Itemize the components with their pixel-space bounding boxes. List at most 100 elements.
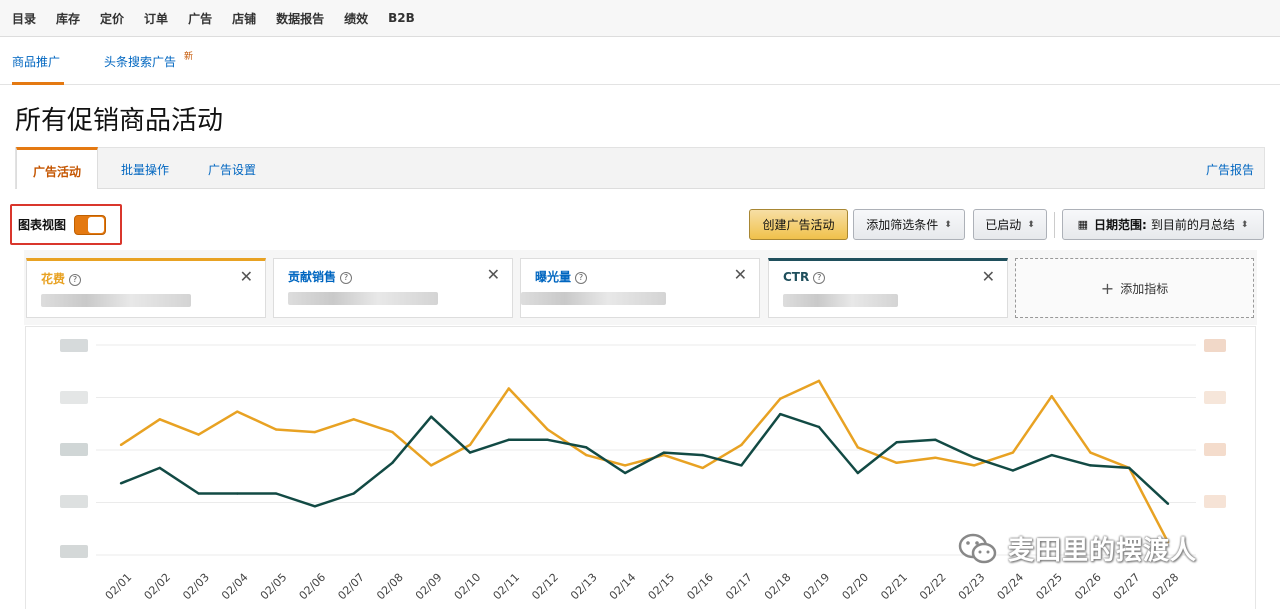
nav-item[interactable]: 绩效 [344,10,368,27]
metric-card-spend[interactable]: 花费? ✕ [26,258,266,318]
data-point [779,412,782,416]
nav-item[interactable]: 库存 [56,10,80,27]
nav-item[interactable]: 定价 [100,10,124,27]
nav-item[interactable]: 订单 [144,10,168,27]
data-point [1011,469,1015,472]
subnav-sponsored-products[interactable]: 商品推广 [12,53,60,70]
tab-campaigns[interactable]: 广告活动 [16,147,99,189]
x-tick-label: 02/09 [413,571,445,603]
x-tick-label: 02/16 [684,571,716,603]
data-point [895,461,898,465]
data-point [972,456,976,459]
page-title: 所有促销商品活动 [15,106,224,136]
metric-card-ctr[interactable]: CTR? ✕ [768,258,1008,318]
metric-name: 曝光量? [535,268,588,285]
data-point [779,397,782,400]
nav-item[interactable]: 目录 [12,10,36,27]
right-axis-label-redacted [1204,391,1226,404]
create-campaign-button[interactable]: 创建广告活动 [749,209,848,240]
right-axis-label-redacted [1204,443,1226,456]
data-point [623,464,627,467]
x-tick-label: 02/17 [723,571,755,603]
x-tick-label: 02/14 [607,571,639,603]
date-range-value: 到目前的月总结 [1150,218,1235,232]
active-subnav-indicator [12,82,64,85]
help-icon: ? [813,272,826,284]
data-point [313,505,317,508]
data-point [468,443,472,447]
x-tick-label: 02/08 [374,571,406,603]
data-point [158,418,161,421]
tab-ad-settings[interactable]: 广告设置 [208,161,256,178]
data-point [1089,464,1092,467]
x-tick-label: 02/15 [646,571,678,603]
chart-view-switch[interactable] [74,214,107,235]
tab-bulk-operations[interactable]: 批量操作 [121,161,169,178]
x-tick-label: 02/05 [258,571,290,603]
data-point [430,464,433,467]
data-point [391,430,394,434]
data-point [701,466,704,470]
status-dropdown[interactable]: 已启动 ⬍ [973,209,1047,240]
x-tick-label: 02/11 [490,571,522,603]
data-point [274,428,278,431]
updown-caret-icon: ⬍ [1240,219,1249,230]
data-point [507,438,510,441]
data-point [352,418,355,421]
right-axis-label-redacted [1204,339,1226,352]
nav-item[interactable]: 数据报告 [276,10,324,27]
data-point [352,492,355,495]
watermark-text: 麦田里的摆渡人 [1008,536,1198,566]
data-point [740,443,743,447]
data-point [468,451,472,454]
x-tick-label: 02/28 [1150,571,1182,603]
nav-item[interactable]: B2B [388,11,415,25]
x-tick-label: 02/26 [1072,571,1104,603]
new-badge: 新 [184,52,194,62]
data-point [158,466,161,470]
calendar-icon: ▦ [1077,218,1089,231]
add-filter-dropdown[interactable]: 添加筛选条件 ⬍ [853,209,965,240]
right-axis-label-redacted [1204,495,1226,508]
left-axis-label-redacted [60,545,88,558]
left-axis-label-redacted [60,443,88,456]
add-metric-label: 添加指标 [1120,281,1169,296]
close-icon[interactable]: ✕ [734,265,747,284]
help-icon: ? [575,272,588,284]
date-range-dropdown[interactable]: ▦ 日期范围: 到目前的月总结 ⬍ [1062,209,1264,240]
x-tick-label: 02/07 [335,571,367,603]
x-tick-label: 02/01 [103,571,135,603]
metric-card-sales[interactable]: 贡献销售? ✕ [273,258,513,318]
top-nav: 目录 库存 定价 订单 广告 店铺 数据报告 绩效 B2B [0,0,1280,37]
data-point [546,428,549,431]
left-axis-label-redacted [60,495,88,508]
add-filter-label: 添加筛选条件 [866,218,939,232]
x-tick-label: 02/27 [1111,571,1143,603]
create-campaign-label: 创建广告活动 [762,218,835,232]
metric-card-impressions[interactable]: 曝光量? ✕ [520,258,760,318]
metric-name: 贡献销售? [288,268,353,285]
data-point [817,425,821,429]
data-point [197,492,200,495]
close-icon[interactable]: ✕ [982,267,995,286]
nav-item[interactable]: 广告 [188,10,212,27]
subnav-headline-search[interactable]: 头条搜索广告 新 [104,52,193,70]
data-point [1011,451,1015,454]
x-tick-label: 02/06 [297,571,329,603]
close-icon[interactable]: ✕ [487,265,500,284]
nav-item[interactable]: 店铺 [232,10,256,27]
close-icon[interactable]: ✕ [240,267,253,286]
subnav-headline-search-label: 头条搜索广告 [104,55,177,69]
data-point [197,433,200,436]
chart-view-toggle-group: 图表视图 [10,204,122,245]
x-tick-label: 02/21 [878,571,910,603]
data-point [662,451,666,454]
x-tick-label: 02/23 [956,571,988,603]
help-icon: ? [340,272,353,284]
add-metric-button[interactable]: + 添加指标 [1015,258,1254,318]
tab-ad-reports[interactable]: 广告报告 [1206,161,1254,178]
left-axis-label-redacted [60,391,88,404]
data-point [856,446,859,449]
data-point [1050,395,1053,398]
help-icon: ? [69,274,82,286]
